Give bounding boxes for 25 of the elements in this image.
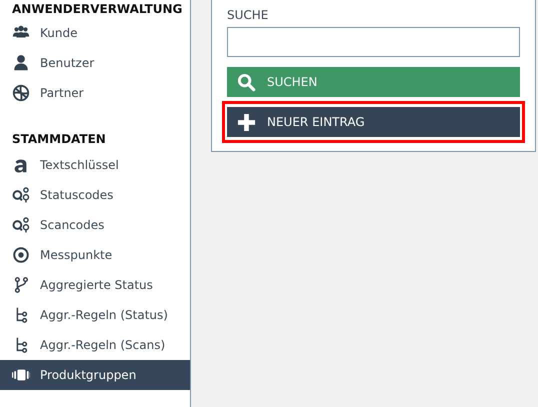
sidebar-item[interactable]: Messpunkte	[0, 240, 190, 270]
search-label: SUCHE	[227, 7, 270, 24]
nodes-icon	[12, 186, 30, 204]
section-heading: STAMMDATEN	[11, 131, 107, 148]
target-icon	[12, 246, 30, 264]
sidebar-item[interactable]: Kunde	[0, 18, 190, 48]
plus-icon	[237, 112, 256, 132]
sidebar-item[interactable]: Aggr.-Regeln (Status)	[0, 300, 190, 330]
sidebar-item[interactable]: Partner	[0, 78, 190, 108]
sidebar-item[interactable]: Aggregierte Status	[0, 270, 190, 300]
nodes-icon	[12, 216, 30, 234]
search-button[interactable]: SUCHEN	[227, 67, 520, 97]
ball-icon	[12, 84, 30, 102]
new-entry-button[interactable]: NEUER EINTRAG	[227, 107, 520, 137]
search-field[interactable]	[227, 27, 520, 57]
branch-icon	[12, 276, 30, 294]
section-heading: ANWENDERVERWALTUNG	[11, 1, 184, 18]
search-icon	[237, 72, 256, 92]
sidebar-item[interactable]: Textschlüssel	[0, 150, 190, 180]
sidebar-item[interactable]: Scancodes	[0, 210, 190, 240]
sidebar-item[interactable]: Statuscodes	[0, 180, 190, 210]
person-icon	[12, 54, 30, 72]
sidebar-item[interactable]: Benutzer	[0, 48, 190, 78]
sidebar-item[interactable]: Produktgruppen	[0, 360, 190, 390]
sidebar-item[interactable]: Aggr.-Regeln (Scans)	[0, 330, 190, 360]
